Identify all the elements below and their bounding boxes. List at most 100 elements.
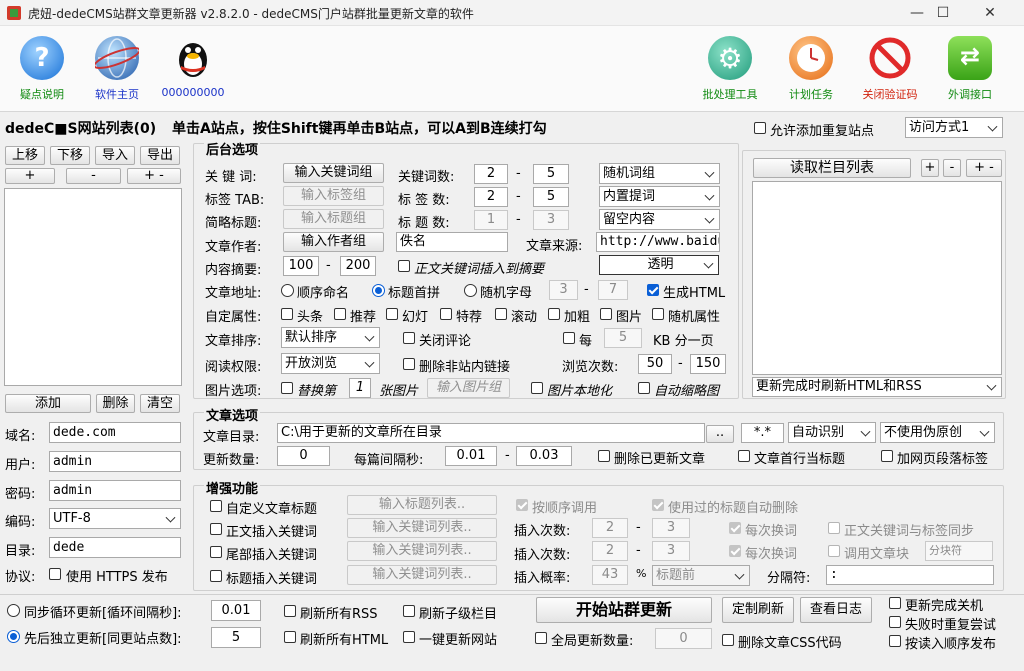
source-input[interactable]: http://www.baidu [596, 232, 720, 252]
global-count-input[interactable]: 0 [655, 628, 712, 649]
help-button[interactable]: ? 疑点说明 [6, 36, 78, 102]
replace-image-checkbox[interactable] [281, 382, 293, 394]
read-permission-select[interactable]: 开放浏览 [281, 353, 380, 374]
batch-tool-button[interactable]: ⚙ 批处理工具 [694, 36, 766, 102]
summary-insert-checkbox[interactable] [398, 260, 410, 272]
loop-interval-input[interactable]: 0.01 [211, 600, 261, 621]
sequential-call-checkbox[interactable] [516, 499, 528, 511]
keyword-mode-select[interactable]: 随机词组 [599, 163, 720, 184]
auto-delete-title-checkbox[interactable] [652, 499, 664, 511]
title-list-button[interactable]: 输入标题列表.. [347, 495, 497, 515]
homepage-button[interactable]: 软件主页 [81, 36, 153, 102]
title-keyword-list-button[interactable]: 输入关键词列表.. [347, 565, 497, 585]
body-insert-max-input[interactable]: 3 [652, 518, 690, 538]
close-comment-checkbox[interactable] [403, 332, 415, 344]
tail-keyword-checkbox[interactable] [210, 546, 222, 558]
global-count-checkbox[interactable] [535, 632, 547, 644]
concurrent-sites-input[interactable]: 5 [211, 627, 261, 648]
maximize-button[interactable]: ☐ [920, 0, 966, 26]
refresh-html-checkbox[interactable] [284, 631, 296, 643]
tag-group-button[interactable]: 输入标签组 [283, 186, 384, 206]
generate-html-checkbox[interactable] [647, 284, 659, 296]
keyword-tag-sync-checkbox[interactable] [828, 522, 840, 534]
password-input[interactable]: admin [49, 480, 181, 501]
browse-button[interactable]: .. [706, 425, 734, 443]
import-button[interactable]: 导入 [95, 146, 135, 165]
url-sequential-radio[interactable] [281, 284, 294, 297]
insert-position-select[interactable]: 标题前 [652, 565, 750, 586]
attr-checkbox[interactable] [440, 308, 452, 320]
paragraph-tag-checkbox[interactable] [881, 450, 893, 462]
encoding-select[interactable]: UTF-8 [49, 508, 181, 529]
image-group-button[interactable]: 输入图片组 [427, 378, 510, 398]
start-update-button[interactable]: 开始站群更新 [536, 597, 712, 623]
article-dir-input[interactable]: C:\用于更新的文章所在目录 [277, 423, 705, 443]
sync-loop-radio[interactable] [7, 604, 20, 617]
delete-css-checkbox[interactable] [722, 634, 734, 646]
view-log-button[interactable]: 查看日志 [800, 597, 872, 623]
url-pinyin-radio[interactable] [372, 284, 385, 297]
move-down-button[interactable]: 下移 [50, 146, 90, 165]
access-method-select[interactable]: 访问方式1 [905, 117, 1003, 138]
refresh-subcolumn-checkbox[interactable] [403, 605, 415, 617]
summary-max-input[interactable]: 200 [340, 256, 376, 276]
column-minus-button[interactable]: - [943, 159, 961, 177]
tail-insert-min-input[interactable]: 2 [592, 541, 628, 561]
tail-change-word-checkbox[interactable] [729, 545, 741, 557]
site-plusminus-button[interactable]: + - [127, 168, 181, 184]
attr-checkbox[interactable] [495, 308, 507, 320]
attr-checkbox[interactable] [652, 308, 664, 320]
interval-min-input[interactable]: 0.01 [445, 446, 497, 466]
url-max-input[interactable]: 7 [598, 280, 628, 300]
url-random-radio[interactable] [464, 284, 477, 297]
body-keyword-checkbox[interactable] [210, 523, 222, 535]
views-max-input[interactable]: 150 [690, 354, 726, 374]
close-button[interactable]: ✕ [967, 0, 1013, 26]
retry-checkbox[interactable] [889, 616, 901, 628]
color-select[interactable]: 透明 [599, 255, 719, 275]
tail-keyword-list-button[interactable]: 输入关键词列表.. [347, 541, 497, 561]
add-site-button[interactable]: 添加 [5, 394, 91, 413]
attr-checkbox[interactable] [548, 308, 560, 320]
sort-select[interactable]: 默认排序 [281, 327, 380, 348]
scheduled-task-button[interactable]: 计划任务 [775, 36, 847, 102]
site-plus-button[interactable]: + [5, 168, 55, 184]
tag-max-input[interactable]: 5 [533, 187, 569, 207]
read-column-list-button[interactable]: 读取栏目列表 [753, 158, 911, 178]
first-line-title-checkbox[interactable] [738, 450, 750, 462]
domain-input[interactable]: dede.com [49, 422, 181, 443]
auto-thumbnail-checkbox[interactable] [638, 382, 650, 394]
attr-checkbox[interactable] [281, 308, 293, 320]
shutdown-checkbox[interactable] [889, 597, 901, 609]
user-input[interactable]: admin [49, 451, 181, 472]
author-input[interactable]: 佚名 [396, 232, 508, 252]
replace-image-index-input[interactable]: 1 [349, 378, 371, 398]
attr-checkbox[interactable] [600, 308, 612, 320]
views-min-input[interactable]: 50 [638, 354, 672, 374]
body-keyword-list-button[interactable]: 输入关键词列表.. [347, 518, 497, 538]
https-checkbox[interactable] [49, 568, 61, 580]
file-ext-input[interactable]: *.* [741, 423, 784, 443]
remove-external-links-checkbox[interactable] [403, 358, 415, 370]
delete-site-button[interactable]: 删除 [96, 394, 135, 413]
keyword-group-button[interactable]: 输入关键词组 [283, 163, 384, 183]
title-min-input[interactable]: 1 [474, 210, 508, 230]
column-plus-button[interactable]: + [921, 159, 939, 177]
attr-checkbox[interactable] [386, 308, 398, 320]
one-key-update-checkbox[interactable] [403, 631, 415, 643]
image-localize-checkbox[interactable] [531, 382, 543, 394]
attr-checkbox[interactable] [334, 308, 346, 320]
paginate-size-input[interactable]: 5 [604, 328, 642, 348]
tag-min-input[interactable]: 2 [474, 187, 508, 207]
title-max-input[interactable]: 3 [533, 210, 569, 230]
move-up-button[interactable]: 上移 [5, 146, 45, 165]
refresh-mode-select[interactable]: 更新完成时刷新HTML和RSS [752, 377, 1002, 397]
allow-duplicate-checkbox[interactable] [754, 122, 766, 134]
sequential-update-radio[interactable] [7, 630, 20, 643]
directory-input[interactable]: dede [49, 537, 181, 558]
tail-insert-max-input[interactable]: 3 [652, 541, 690, 561]
title-keyword-checkbox[interactable] [210, 570, 222, 582]
url-min-input[interactable]: 3 [549, 280, 578, 300]
export-button[interactable]: 导出 [140, 146, 180, 165]
block-separator-input[interactable]: 分块符 [925, 541, 993, 561]
